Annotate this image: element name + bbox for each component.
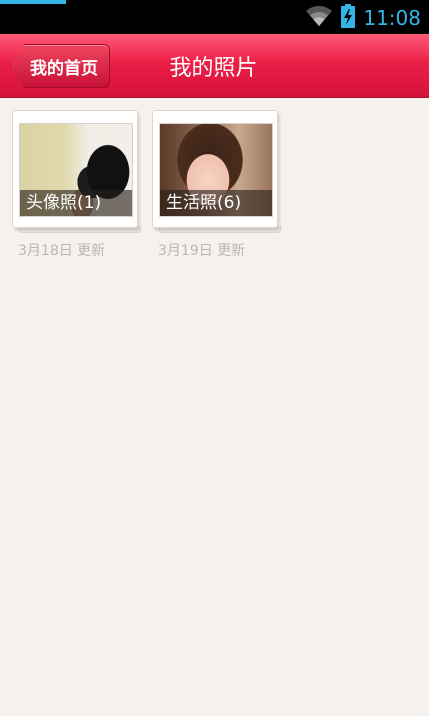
album-thumbnail: 头像照(1) <box>19 123 133 217</box>
back-button[interactable]: 我的首页 <box>10 44 110 88</box>
status-icons: 11:08 <box>305 4 421 32</box>
album-updated-date: 3月19日 更新 <box>158 243 246 259</box>
album-caption: 头像照(1) <box>20 190 132 216</box>
album-avatar-photos[interactable]: 头像照(1) 3月18日 更新 <box>12 110 141 260</box>
album-frame: 头像照(1) <box>12 110 141 233</box>
album-caption: 生活照(6) <box>160 190 272 216</box>
album-frame: 生活照(6) <box>152 110 281 233</box>
page-title: 我的照片 <box>169 56 258 81</box>
clock: 11:08 <box>363 6 421 30</box>
battery-charging-icon <box>341 4 356 32</box>
status-bar: 11:08 <box>0 0 429 34</box>
status-accent-bar <box>0 0 66 4</box>
album-grid: 头像照(1) 3月18日 更新 生活照(6) 3月19日 更新 <box>12 110 281 260</box>
album-thumbnail: 生活照(6) <box>159 123 273 217</box>
wifi-icon <box>305 5 333 31</box>
album-life-photos[interactable]: 生活照(6) 3月19日 更新 <box>152 110 281 260</box>
album-updated-date: 3月18日 更新 <box>18 243 106 259</box>
app-header: 我的首页 我的照片 <box>0 34 429 98</box>
